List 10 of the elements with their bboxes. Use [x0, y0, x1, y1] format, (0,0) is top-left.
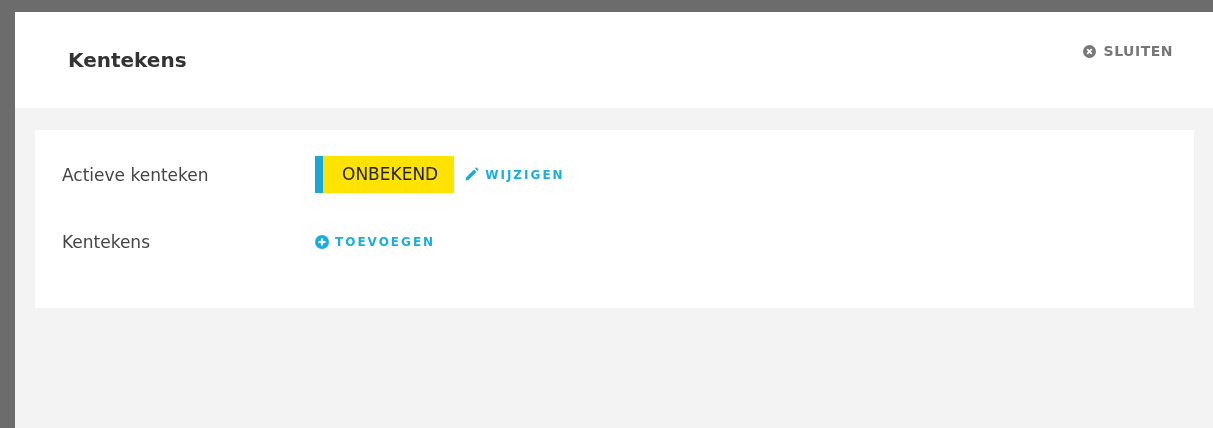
pencil-icon — [464, 167, 480, 182]
plus-circle-icon — [315, 234, 329, 249]
field-label: Kentekens — [62, 231, 151, 252]
edit-link[interactable]: WIJZIGEN — [464, 167, 565, 182]
field-label: Actieve kenteken — [62, 164, 210, 185]
close-icon — [1082, 44, 1096, 58]
add-link[interactable]: TOEVOEGEN — [315, 234, 436, 249]
dialog-title: Kentekens — [68, 48, 187, 72]
license-plate: ONBEKEND — [315, 156, 455, 193]
close-button[interactable]: SLUITEN — [1082, 43, 1173, 59]
